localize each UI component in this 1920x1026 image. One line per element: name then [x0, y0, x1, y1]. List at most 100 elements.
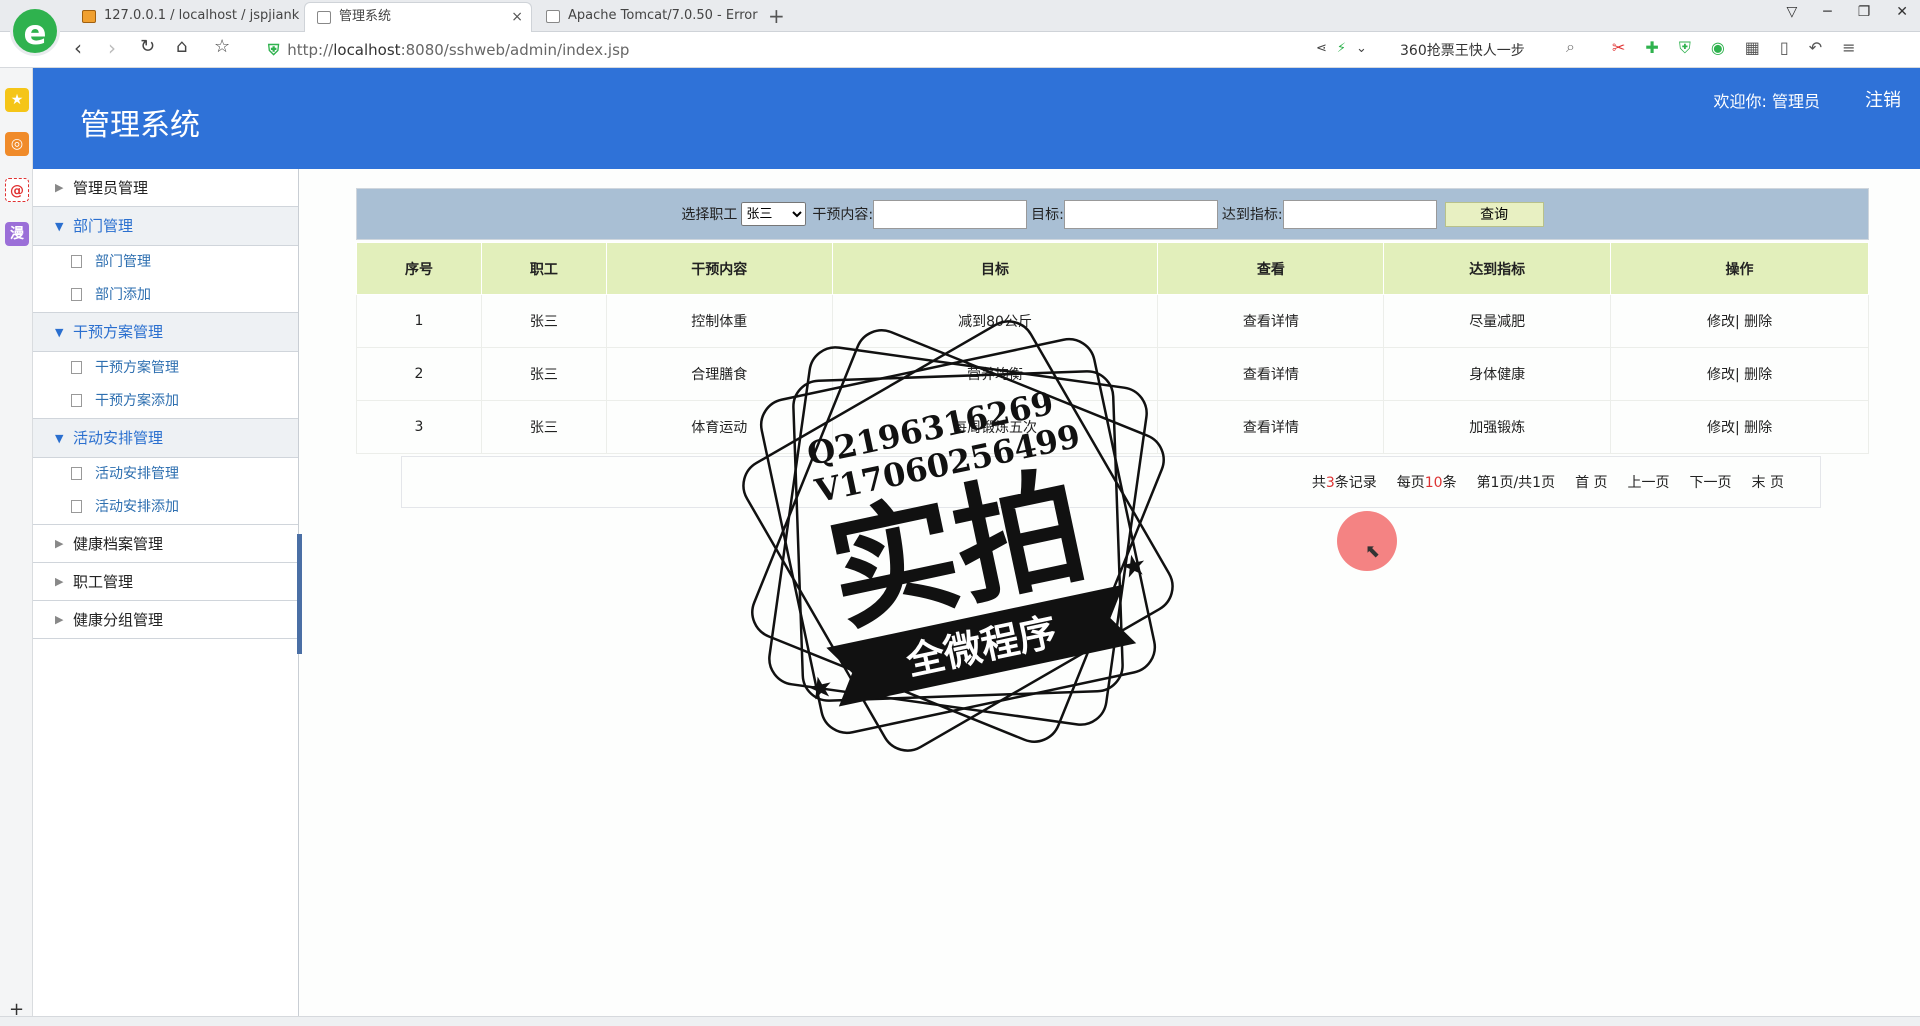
- next-page-link[interactable]: 下一页: [1690, 472, 1732, 492]
- chevron-down-icon[interactable]: ⌄: [1356, 41, 1367, 56]
- content-label: 干预内容:: [812, 207, 874, 223]
- cell-indicator: 身体健康: [1383, 347, 1612, 401]
- sidebar-splitter-handle[interactable]: [297, 534, 302, 654]
- app-title: 管理系统: [80, 108, 200, 143]
- delete-link[interactable]: 删除: [1744, 367, 1772, 383]
- minimize-icon[interactable]: ─: [1823, 4, 1831, 20]
- email-icon[interactable]: @: [5, 178, 29, 202]
- menu-health-records[interactable]: ▶ 健康档案管理: [33, 525, 298, 563]
- address-actions: ⋖ ⚡ ⌄: [1316, 41, 1367, 56]
- delete-link[interactable]: 删除: [1744, 314, 1772, 330]
- view-details-link[interactable]: 查看详情: [1243, 420, 1299, 436]
- first-page-link[interactable]: 首 页: [1575, 472, 1607, 492]
- browser-logo-icon[interactable]: e: [10, 6, 60, 56]
- comic-icon[interactable]: 漫: [5, 222, 29, 246]
- submenu-activity-list[interactable]: 活动安排管理: [33, 458, 298, 491]
- cell-no: 3: [356, 400, 482, 454]
- favorite-star-icon[interactable]: ☆: [214, 36, 230, 57]
- search-suggestion[interactable]: 360抢票王快人一步: [1400, 40, 1525, 60]
- employee-select[interactable]: 张三: [741, 202, 807, 226]
- target-label: 目标:: [1031, 207, 1064, 223]
- submenu-dept-list[interactable]: 部门管理: [33, 246, 298, 279]
- security-icon[interactable]: ⛨: [1679, 38, 1691, 58]
- edit-link[interactable]: 修改|: [1707, 420, 1740, 436]
- browser-tab-bar: 127.0.0.1 / localhost / jspjiank 管理系统 × …: [0, 0, 1920, 32]
- restore-icon[interactable]: ❐: [1858, 4, 1871, 20]
- table-header-row: 序号 职工 干预内容 目标 查看 达到指标 操作: [356, 242, 1869, 295]
- document-icon: [71, 255, 82, 268]
- forward-icon[interactable]: ›: [108, 36, 116, 60]
- browser-sidebar: ★ ◎ @ 漫 +: [0, 68, 33, 1026]
- new-tab-button[interactable]: +: [768, 2, 785, 30]
- close-tab-icon[interactable]: ×: [511, 3, 523, 31]
- employee-label: 选择职工: [681, 207, 738, 223]
- menu-dept-management[interactable]: ▼ 部门管理: [33, 207, 298, 246]
- star-icon: ★: [803, 669, 837, 709]
- dept-submenu: 部门管理 部门添加: [33, 246, 298, 313]
- document-icon: [71, 467, 82, 480]
- shirt-icon[interactable]: ▽: [1786, 4, 1797, 20]
- apps-grid-icon[interactable]: ▦: [1745, 38, 1760, 58]
- caret-down-icon: ▼: [55, 326, 64, 339]
- menu-icon[interactable]: ≡: [1842, 38, 1855, 58]
- speed-mode-icon[interactable]: ⚡: [1337, 41, 1346, 56]
- menu-admin-management[interactable]: ▶ 管理员管理: [33, 169, 298, 207]
- weibo-icon[interactable]: ◎: [5, 132, 29, 156]
- edit-link[interactable]: 修改|: [1707, 314, 1740, 330]
- view-details-link[interactable]: 查看详情: [1243, 367, 1299, 383]
- cell-actions: 修改| 删除: [1610, 294, 1869, 348]
- tab-title: 127.0.0.1 / localhost / jspjiank: [104, 8, 300, 23]
- browser-tab-tomcat-error[interactable]: Apache Tomcat/7.0.50 - Error: [534, 2, 760, 32]
- menu-staff-management[interactable]: ▶ 职工管理: [33, 563, 298, 601]
- scissors-icon[interactable]: ✂: [1612, 38, 1625, 58]
- logout-link[interactable]: 注销: [1865, 86, 1901, 112]
- delete-link[interactable]: 删除: [1744, 420, 1772, 436]
- tab-title: 管理系统: [339, 9, 392, 24]
- cell-staff: 张三: [480, 347, 607, 401]
- indicator-label: 达到指标:: [1221, 207, 1283, 223]
- page-favicon-icon: [317, 11, 331, 24]
- browser-tab-admin[interactable]: 管理系统 ×: [304, 2, 532, 32]
- tablet-icon[interactable]: ▯: [1780, 38, 1789, 58]
- submenu-plan-add[interactable]: 干预方案添加: [33, 385, 298, 418]
- submenu-activity-add[interactable]: 活动安排添加: [33, 491, 298, 524]
- phpmyadmin-favicon-icon: [82, 10, 96, 23]
- document-icon: [71, 500, 82, 513]
- search-icon[interactable]: ⌕: [1566, 37, 1575, 57]
- share-icon[interactable]: ⋖: [1316, 41, 1327, 56]
- back-icon[interactable]: ‹: [74, 36, 82, 60]
- total-records: 共3条记录: [1311, 475, 1377, 491]
- caret-down-icon: ▼: [55, 220, 64, 233]
- search-button[interactable]: 查询: [1444, 201, 1544, 227]
- app-header: 管理系统 欢迎你: 管理员 注销: [33, 68, 1920, 169]
- caret-down-icon: ▼: [55, 432, 64, 445]
- page-favicon-icon: [546, 10, 560, 23]
- menu-plan-management[interactable]: ▼ 干预方案管理: [33, 313, 298, 352]
- document-icon: [71, 361, 82, 374]
- per-page: 每页10条: [1396, 475, 1457, 491]
- refresh-icon[interactable]: ↻: [140, 36, 155, 57]
- extension-icon[interactable]: ✚: [1645, 38, 1658, 58]
- game-icon[interactable]: ◉: [1711, 38, 1725, 58]
- submenu-dept-add[interactable]: 部门添加: [33, 279, 298, 312]
- favorites-star-icon[interactable]: ★: [5, 88, 29, 112]
- target-input[interactable]: [1063, 199, 1218, 229]
- column-header: 序号: [356, 242, 482, 295]
- view-details-link[interactable]: 查看详情: [1243, 314, 1299, 330]
- indicator-input[interactable]: [1282, 199, 1437, 229]
- plan-submenu: 干预方案管理 干预方案添加: [33, 352, 298, 419]
- home-icon[interactable]: ⌂: [176, 36, 187, 57]
- menu-health-group[interactable]: ▶ 健康分组管理: [33, 601, 298, 639]
- watermark-stamp: Q2196316269 V17060256499 实拍 全微程序 ★ ★: [742, 320, 1174, 752]
- undo-icon[interactable]: ↶: [1809, 38, 1822, 58]
- browser-toolbar: ✂ ✚ ⛨ ◉ ▦ ▯ ↶ ≡: [1612, 38, 1856, 58]
- prev-page-link[interactable]: 上一页: [1628, 472, 1670, 492]
- edit-link[interactable]: 修改|: [1707, 367, 1740, 383]
- close-window-icon[interactable]: ✕: [1896, 4, 1908, 20]
- content-input[interactable]: [873, 199, 1028, 229]
- browser-tab-phpmyadmin[interactable]: 127.0.0.1 / localhost / jspjiank: [70, 2, 304, 32]
- menu-activity-management[interactable]: ▼ 活动安排管理: [33, 419, 298, 458]
- url-input[interactable]: ⛨ http://localhost:8080/sshweb/admin/inde…: [268, 37, 1304, 63]
- submenu-plan-list[interactable]: 干预方案管理: [33, 352, 298, 385]
- last-page-link[interactable]: 末 页: [1752, 472, 1784, 492]
